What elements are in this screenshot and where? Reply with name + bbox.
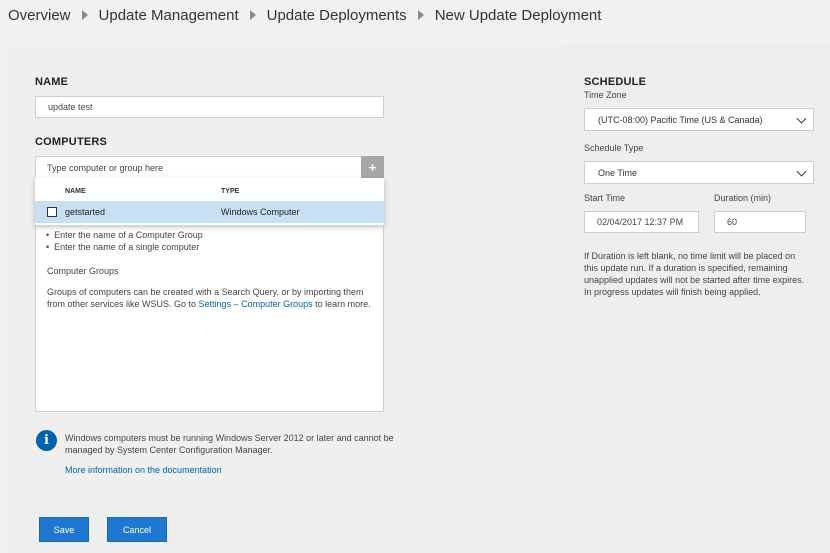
- computer-groups-text-2: from other services like WSUS. Go to Set…: [47, 299, 371, 309]
- time-zone-label: Time Zone: [584, 90, 627, 100]
- documentation-link[interactable]: More information on the documentation: [65, 464, 222, 476]
- schedule-section-title: SCHEDULE: [584, 76, 647, 88]
- time-zone-value: (UTC-08:00) Pacific Time (US & Canada): [598, 114, 763, 125]
- time-zone-select[interactable]: (UTC-08:00) Pacific Time (US & Canada): [584, 108, 814, 131]
- save-button[interactable]: Save: [39, 517, 89, 542]
- name-input-value: update test: [48, 102, 93, 112]
- start-time-input[interactable]: 02/04/2017 12:37 PM: [584, 211, 699, 233]
- hint-single-computer: • Enter the name of a single computer: [46, 242, 200, 252]
- chevron-right-icon: [417, 10, 424, 20]
- computers-section-title: COMPUTERS: [35, 136, 108, 148]
- computer-search-placeholder: Type computer or group here: [47, 162, 164, 173]
- schedule-type-select[interactable]: One Time: [584, 161, 814, 184]
- computer-groups-text-1: Groups of computers can be created with …: [47, 287, 364, 297]
- row-checkbox[interactable]: [47, 207, 57, 217]
- breadcrumb-overview[interactable]: Overview: [8, 7, 71, 24]
- row-computer-name: getstarted: [65, 207, 106, 217]
- breadcrumb-new-update-deployment: New Update Deployment: [434, 6, 602, 24]
- start-time-value: 02/04/2017 12:37 PM: [597, 217, 684, 227]
- name-section-title: NAME: [35, 76, 69, 88]
- computer-groups-title: Computer Groups: [47, 266, 119, 276]
- breadcrumb-update-management[interactable]: Update Management: [99, 7, 239, 24]
- chevron-right-icon: [81, 10, 88, 20]
- dropdown-row[interactable]: getstarted Windows Computer: [35, 201, 384, 223]
- dropdown-header-name: NAME: [65, 188, 86, 195]
- computer-search-dropdown: NAME TYPE getstarted Windows Computer: [35, 178, 384, 225]
- breadcrumb: Overview Update Management Update Deploy…: [0, 0, 830, 30]
- plus-icon: +: [368, 160, 377, 175]
- hint-computer-group: • Enter the name of a Computer Group: [46, 230, 203, 240]
- info-line-2: managed by System Center Configuration M…: [65, 445, 273, 455]
- duration-label: Duration (min): [714, 193, 772, 203]
- start-time-label: Start Time: [584, 193, 626, 203]
- row-computer-type: Windows Computer: [221, 207, 300, 217]
- dropdown-header-type: TYPE: [221, 188, 240, 195]
- add-computer-button[interactable]: +: [361, 156, 384, 179]
- name-input[interactable]: update test: [35, 96, 384, 118]
- schedule-type-value: One Time: [598, 167, 638, 178]
- cancel-button[interactable]: Cancel: [107, 517, 167, 542]
- settings-computer-groups-link[interactable]: Settings – Computer Groups: [199, 299, 313, 309]
- computer-search-input[interactable]: Type computer or group here: [36, 157, 383, 179]
- duration-input[interactable]: 60: [714, 211, 806, 233]
- duration-value: 60: [727, 217, 738, 227]
- info-icon: i: [36, 430, 57, 451]
- duration-note: If Duration is left blank, no time limit…: [584, 251, 805, 297]
- breadcrumb-update-deployments[interactable]: Update Deployments: [267, 7, 407, 24]
- info-line-1: Windows computers must be running Window…: [65, 433, 394, 443]
- schedule-type-label: Schedule Type: [584, 143, 644, 153]
- chevron-down-icon: [796, 113, 807, 124]
- chevron-down-icon: [796, 166, 807, 177]
- chevron-right-icon: [249, 10, 256, 20]
